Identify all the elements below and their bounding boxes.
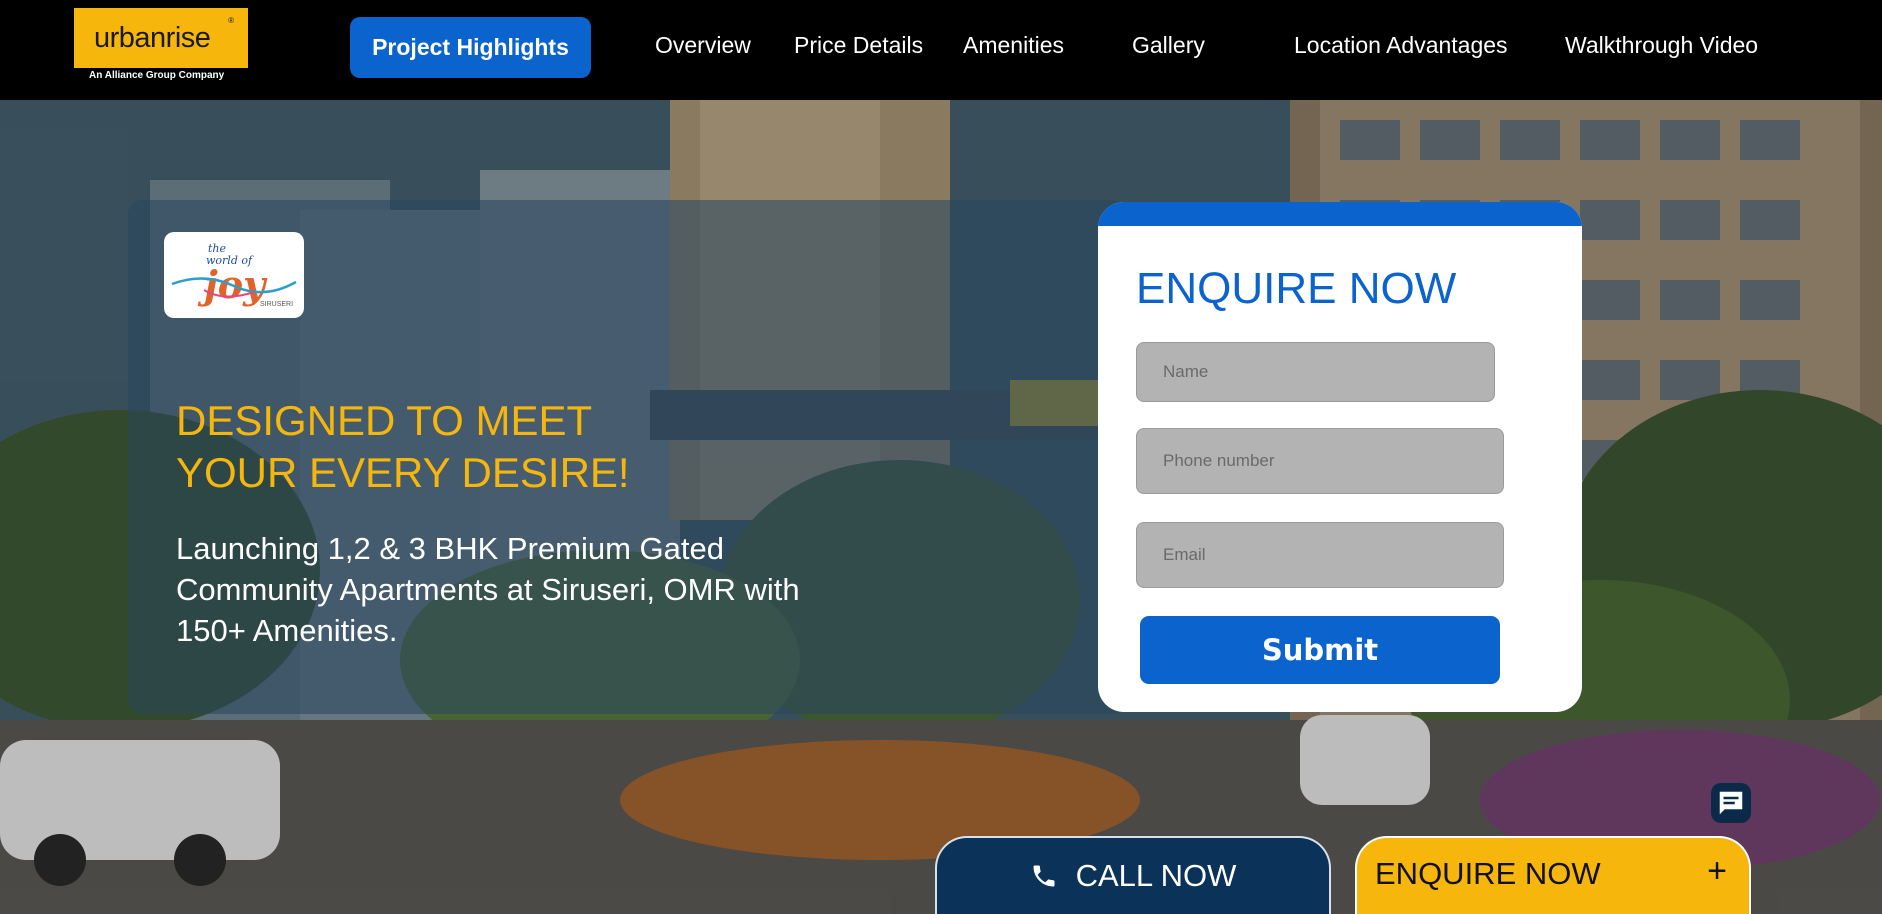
hero-subtext: Launching 1,2 & 3 BHK Premium Gated Comm… xyxy=(176,531,800,648)
form-title: ENQUIRE NOW xyxy=(1136,264,1457,313)
enquire-now-label: ENQUIRE NOW xyxy=(1375,856,1601,891)
nav-project-highlights[interactable]: Project Highlights xyxy=(350,17,591,78)
nav-amenities[interactable]: Amenities xyxy=(963,32,1064,59)
hero-headline: DESIGNED TO MEET YOUR EVERY DESIRE! xyxy=(176,395,736,499)
world-of-joy-logo: the world of joy SIRUSERI xyxy=(164,232,304,318)
chat-button[interactable] xyxy=(1711,783,1751,823)
name-field[interactable] xyxy=(1136,342,1495,402)
email-field[interactable] xyxy=(1136,522,1504,588)
submit-button[interactable]: Submit xyxy=(1140,616,1500,684)
plus-icon: + xyxy=(1707,852,1727,890)
enquire-now-button[interactable]: ENQUIRE NOW + xyxy=(1355,836,1751,914)
chat-icon xyxy=(1719,791,1743,815)
form-top-strip xyxy=(1098,202,1582,226)
call-now-label: CALL NOW xyxy=(1075,858,1237,893)
phone-icon xyxy=(1033,865,1055,887)
urbanrise-logo[interactable]: urbanrise ® xyxy=(74,8,248,68)
nav-location-advantages[interactable]: Location Advantages xyxy=(1294,32,1508,59)
logo-registered-mark: ® xyxy=(228,16,234,25)
top-navigation-bar: urbanrise ® An Alliance Group Company Pr… xyxy=(0,0,1882,100)
phone-field[interactable] xyxy=(1136,428,1504,494)
enquiry-form: ENQUIRE NOW Submit xyxy=(1098,202,1582,712)
logo-tagline: An Alliance Group Company xyxy=(89,70,225,81)
project-logo-place: SIRUSERI xyxy=(260,301,293,308)
nav-walkthrough-video[interactable]: Walkthrough Video xyxy=(1565,32,1758,59)
call-now-button[interactable]: CALL NOW xyxy=(935,836,1331,914)
hero-headline-line1: DESIGNED TO MEET xyxy=(176,397,593,444)
logo-wordmark: urbanrise xyxy=(94,22,211,54)
nav-overview[interactable]: Overview xyxy=(655,32,751,59)
hero-headline-line2: YOUR EVERY DESIRE! xyxy=(176,449,630,496)
nav-price-details[interactable]: Price Details xyxy=(794,32,923,59)
nav-gallery[interactable]: Gallery xyxy=(1132,32,1205,59)
